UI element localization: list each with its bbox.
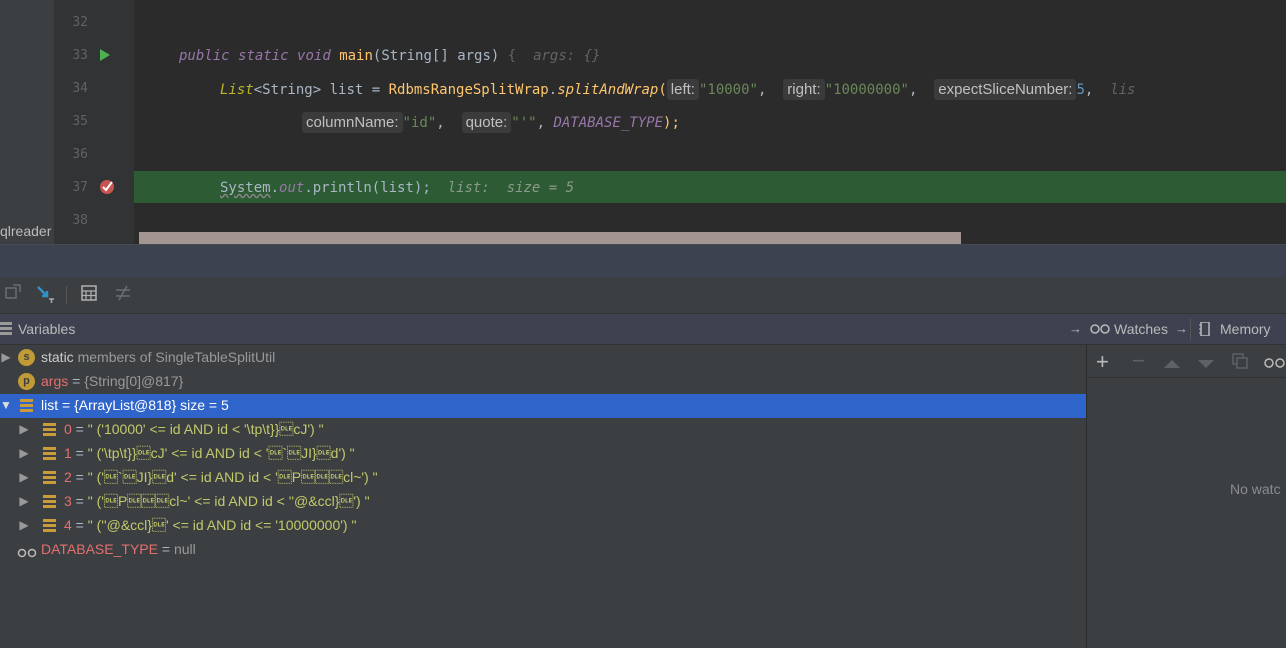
expand-arrow-icon[interactable]: ▶ bbox=[18, 494, 30, 508]
memory-tab-label[interactable]: Memory bbox=[1220, 321, 1271, 337]
line-number: 37 bbox=[72, 180, 88, 195]
variable-label: args = {String[0]@817} bbox=[41, 373, 184, 389]
tree-row-item[interactable]: ▶ 3 = " ('Pcl~' <= id AND id < ''@&c… bbox=[0, 490, 1086, 514]
variables-tab-label[interactable]: Variables bbox=[18, 321, 75, 337]
debug-panel-header: Variables → Watches → Memory bbox=[0, 314, 1286, 345]
variable-label: 3 = " ('Pcl~' <= id AND id < ''@&ccl… bbox=[64, 493, 370, 509]
show-watches-icon[interactable] bbox=[1264, 356, 1286, 374]
param-hint: quote: bbox=[461, 112, 512, 133]
list-field-icon bbox=[43, 519, 56, 532]
trace-stream-icon[interactable] bbox=[112, 284, 134, 306]
horizontal-scrollbar[interactable] bbox=[139, 232, 961, 244]
variables-icon bbox=[0, 322, 12, 341]
watches-toolbar: + − bbox=[1088, 347, 1286, 378]
run-main-icon[interactable] bbox=[99, 49, 111, 61]
tree-row-list[interactable]: ▼ list = {ArrayList@818} size = 5 bbox=[0, 394, 1086, 418]
tree-row-args[interactable]: p args = {String[0]@817} bbox=[0, 370, 1086, 394]
debugger-toolbar bbox=[0, 277, 1286, 314]
expand-arrow-icon[interactable]: ▶ bbox=[18, 446, 30, 460]
variable-label: 2 = " ('`JI}d' <= id AND id < 'Pc… bbox=[64, 469, 378, 485]
tree-row-item[interactable]: ▶ 0 = " ('10000' <= id AND id < '\tp\t}}… bbox=[0, 418, 1086, 442]
expand-arrow-icon[interactable]: ▶ bbox=[18, 422, 30, 436]
editor-gutter[interactable] bbox=[54, 0, 134, 244]
watches-pin-icon[interactable]: → bbox=[1175, 321, 1188, 336]
expand-arrow-icon[interactable]: ▶ bbox=[0, 350, 12, 364]
restore-layout-icon[interactable]: → bbox=[1069, 321, 1082, 336]
watches-icon bbox=[1090, 322, 1110, 340]
variable-label: static members of SingleTableSplitUtil bbox=[41, 349, 276, 365]
line-number: 33 bbox=[72, 48, 88, 63]
evaluate-expression-icon[interactable] bbox=[78, 284, 100, 306]
code-line-34: List<String> list = RdbmsRangeSplitWrap.… bbox=[220, 79, 1136, 100]
list-field-icon bbox=[20, 399, 33, 412]
list-field-icon bbox=[43, 447, 56, 460]
watch-glasses-icon bbox=[17, 545, 37, 561]
drop-frame-icon[interactable] bbox=[2, 284, 24, 306]
variables-tree: ▶ s static members of SingleTableSplitUt… bbox=[0, 345, 1086, 648]
param-hint: left: bbox=[666, 79, 699, 100]
no-watches-text: No watc bbox=[1230, 481, 1281, 497]
expand-arrow-icon[interactable]: ▶ bbox=[18, 518, 30, 532]
line-number: 36 bbox=[72, 147, 88, 162]
panel-splitter[interactable] bbox=[0, 244, 1286, 277]
code-editor[interactable]: qlreader 32 33 34 35 36 37 38 public sta… bbox=[0, 0, 1286, 244]
breakpoint-icon[interactable] bbox=[99, 178, 117, 196]
collapse-arrow-icon[interactable]: ▼ bbox=[0, 398, 12, 412]
variable-label: DATABASE_TYPE = null bbox=[41, 541, 196, 557]
list-field-icon bbox=[43, 423, 56, 436]
tree-row-item[interactable]: ▶ 4 = " (''@&ccl}' <= id AND id <= '100… bbox=[0, 514, 1086, 538]
force-step-into-icon[interactable] bbox=[35, 284, 57, 306]
expand-arrow-icon[interactable]: ▶ bbox=[18, 470, 30, 484]
tree-row-watch[interactable]: DATABASE_TYPE = null bbox=[0, 538, 1086, 562]
tab-divider bbox=[1190, 318, 1191, 340]
line-number: 32 bbox=[72, 15, 88, 30]
move-up-icon[interactable] bbox=[1164, 356, 1180, 374]
variable-label: 4 = " (''@&ccl}' <= id AND id <= '10000… bbox=[64, 517, 357, 533]
tree-row-item[interactable]: ▶ 1 = " ('\tp\t}}cJ' <= id AND id < '`… bbox=[0, 442, 1086, 466]
inline-debug-hint: args: {} bbox=[516, 48, 601, 64]
list-field-icon bbox=[43, 471, 56, 484]
add-watch-icon[interactable]: + bbox=[1096, 349, 1109, 375]
static-badge-icon: s bbox=[18, 349, 35, 366]
variable-label: list = {ArrayList@818} size = 5 bbox=[41, 397, 229, 413]
param-hint: columnName: bbox=[302, 112, 403, 133]
project-panel-strip[interactable] bbox=[0, 0, 55, 244]
parameter-badge-icon: p bbox=[18, 373, 35, 390]
tree-row-static[interactable]: ▶ s static members of SingleTableSplitUt… bbox=[0, 346, 1086, 370]
project-panel-label[interactable]: qlreader bbox=[0, 223, 51, 239]
param-hint: right: bbox=[783, 79, 825, 100]
param-hint: expectSliceNumber: bbox=[934, 79, 1077, 100]
line-number: 38 bbox=[72, 213, 88, 228]
tree-row-item[interactable]: ▶ 2 = " ('`JI}d' <= id AND id < 'P… bbox=[0, 466, 1086, 490]
inline-debug-hint: list: size = 5 bbox=[430, 180, 575, 196]
toolbar-divider bbox=[66, 286, 67, 304]
remove-watch-icon[interactable]: − bbox=[1132, 348, 1145, 374]
line-number: 35 bbox=[72, 114, 88, 129]
line-number: 34 bbox=[72, 81, 88, 96]
variable-label: 0 = " ('10000' <= id AND id < '\tp\t}}c… bbox=[64, 421, 324, 437]
duplicate-watch-icon[interactable] bbox=[1232, 353, 1248, 374]
code-line-33: public static void main(String[] args) {… bbox=[179, 48, 601, 64]
code-line-35: columnName: "id", quote: "'", DATABASE_TYP… bbox=[302, 112, 680, 133]
move-down-icon[interactable] bbox=[1198, 356, 1214, 374]
watches-tab-label[interactable]: Watches bbox=[1114, 321, 1168, 337]
variable-label: 1 = " ('\tp\t}}cJ' <= id AND id < '`J… bbox=[64, 445, 355, 461]
list-field-icon bbox=[43, 495, 56, 508]
memory-icon bbox=[1199, 321, 1211, 341]
code-line-37: System.out.println(list); list: size = 5 bbox=[220, 180, 575, 196]
